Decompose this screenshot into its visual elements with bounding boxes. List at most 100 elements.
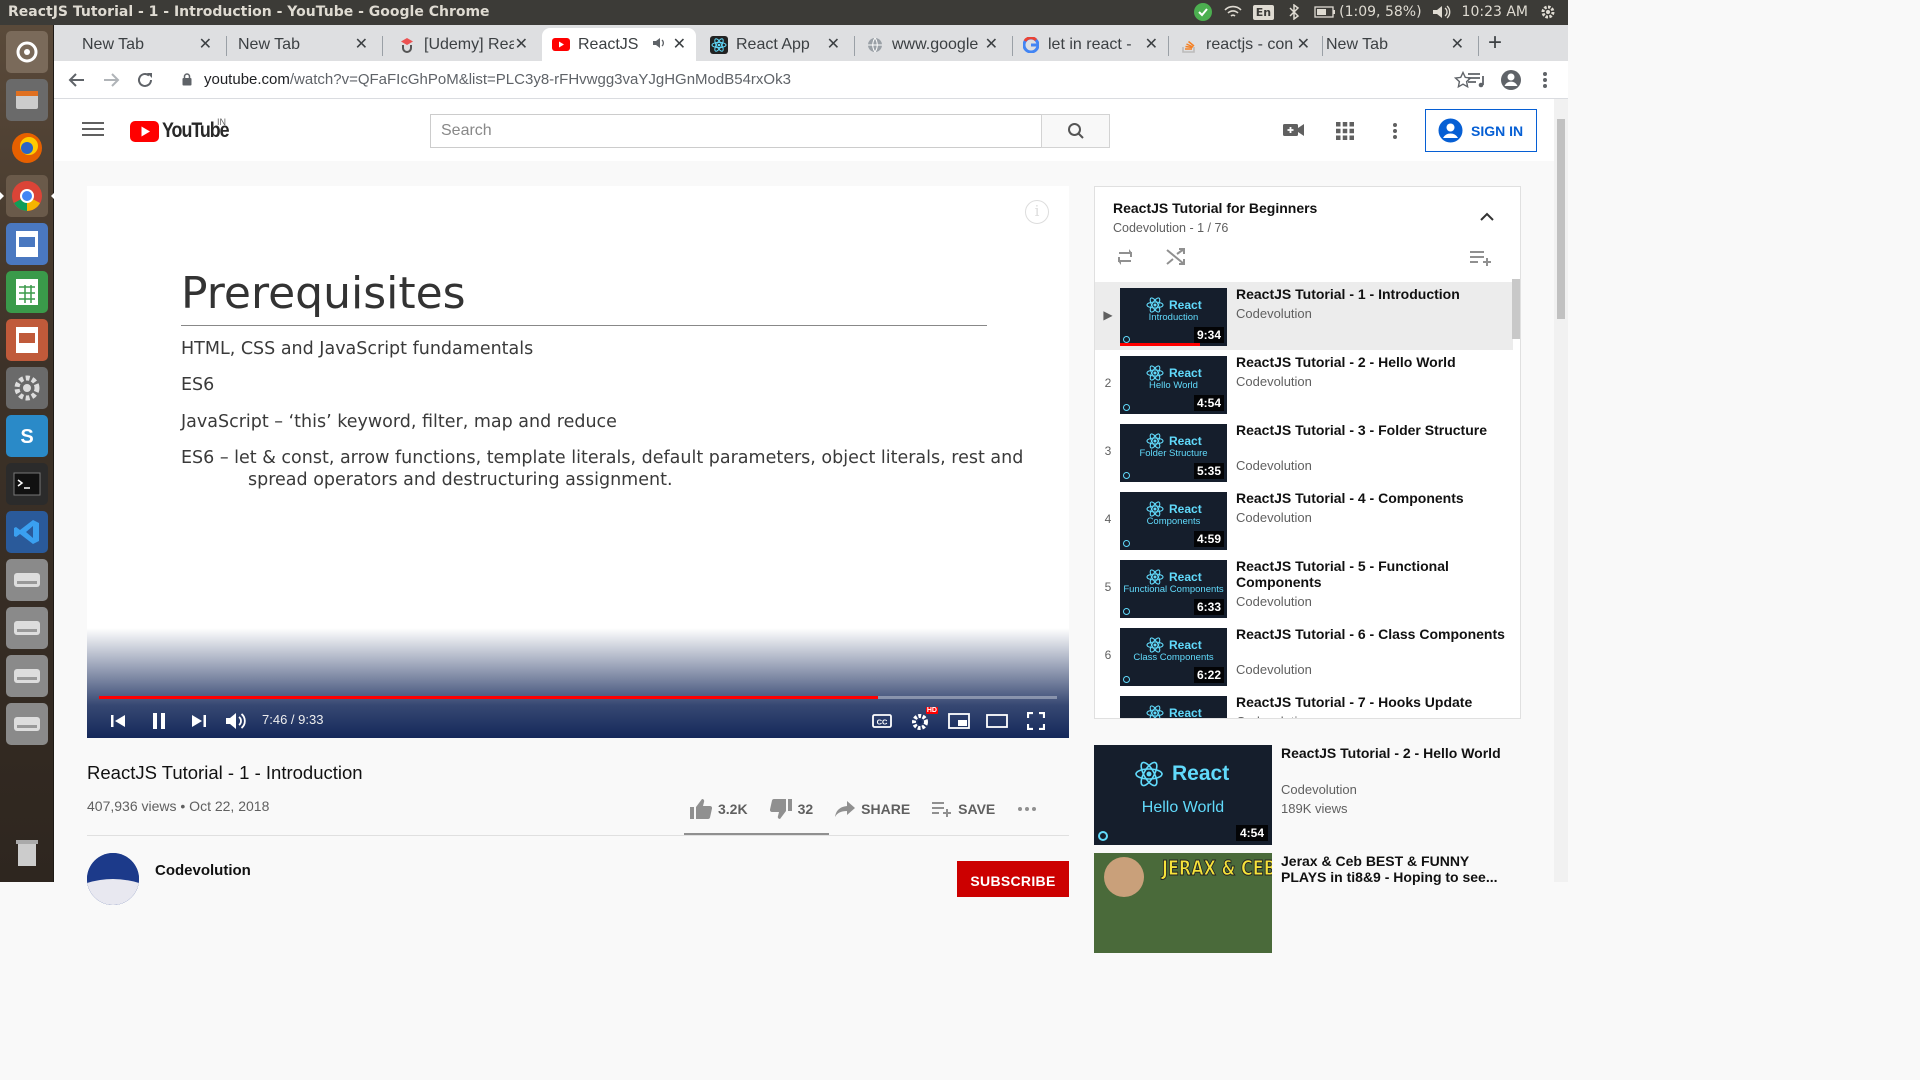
video-thumbnail[interactable]: React	[1120, 696, 1227, 718]
clock[interactable]: 10:23 AM	[1462, 4, 1528, 20]
apps-grid-icon[interactable]	[1336, 122, 1354, 140]
close-icon[interactable]: ✕	[355, 34, 368, 54]
keyboard-layout-indicator[interactable]: En	[1252, 4, 1275, 20]
tab-new-tab[interactable]: New Tab ✕	[1324, 28, 1474, 61]
page-scrollbar-thumb[interactable]	[1557, 119, 1565, 319]
playlist-video-title[interactable]: ReactJS Tutorial - 6 - Class Components	[1236, 626, 1506, 642]
up-next-title[interactable]: Jerax & Ceb BEST & FUNNY PLAYS in ti8&9 …	[1281, 853, 1506, 885]
tab-react-app[interactable]: React App ✕	[700, 28, 850, 61]
terminal-icon[interactable]	[6, 463, 48, 505]
playlist-item[interactable]: ▶ React Introduction 9:34 ReactJS Tutorial -…	[1095, 282, 1513, 350]
theater-mode-icon[interactable]	[985, 709, 1009, 733]
forward-arrow-icon[interactable]	[100, 69, 122, 91]
loop-icon[interactable]	[1115, 248, 1135, 266]
dislike-button[interactable]: 32	[769, 799, 813, 819]
impress-icon[interactable]	[6, 319, 48, 361]
settings-gear-icon[interactable]: HD	[909, 707, 938, 733]
up-next-item[interactable]: React Hello World 4:54 ReactJS Tutorial …	[1094, 745, 1514, 845]
youtube-logo[interactable]: YouTube IN	[130, 117, 240, 143]
create-video-icon[interactable]	[1283, 122, 1305, 138]
like-button[interactable]: 3.2K	[690, 799, 748, 819]
search-button[interactable]	[1041, 114, 1110, 148]
close-icon[interactable]: ✕	[199, 34, 212, 54]
sign-in-button[interactable]: SIGN IN	[1425, 109, 1537, 152]
next-icon[interactable]	[187, 709, 211, 733]
lock-icon[interactable]	[182, 73, 192, 86]
playlist-item[interactable]: React ReactJS Tutorial - 7 - Hooks Update…	[1095, 690, 1513, 718]
close-icon[interactable]: ✕	[515, 34, 528, 54]
search-input[interactable]: Search	[430, 114, 1042, 148]
wifi-icon[interactable]	[1223, 3, 1243, 21]
dash-icon[interactable]	[6, 31, 48, 73]
miniplayer-icon[interactable]	[947, 709, 971, 733]
tab-udemy[interactable]: [Udemy] Rea ✕	[388, 28, 538, 61]
video-thumbnail[interactable]: React Introduction 9:34	[1120, 288, 1227, 346]
profile-avatar-icon[interactable]	[1500, 69, 1522, 91]
info-card-icon[interactable]: i	[1025, 200, 1049, 224]
video-player[interactable]: Prerequisites HTML, CSS and JavaScript f…	[87, 186, 1069, 738]
save-button[interactable]: SAVE	[932, 801, 995, 817]
video-thumbnail[interactable]: React Hello World 4:54	[1120, 356, 1227, 414]
seek-bar[interactable]	[99, 696, 1057, 699]
trash-icon[interactable]	[6, 831, 48, 873]
chrome-icon[interactable]	[0, 175, 55, 217]
playlist-video-title[interactable]: ReactJS Tutorial - 5 - Functional Compon…	[1236, 558, 1506, 590]
media-controls-icon[interactable]	[1466, 69, 1488, 91]
tab-new-tab[interactable]: New Tab ✕	[228, 28, 378, 61]
playlist-item[interactable]: 5 React Functional Components 6:33 ReactJS T…	[1095, 554, 1513, 622]
close-icon[interactable]: ✕	[673, 34, 686, 54]
up-next-title[interactable]: ReactJS Tutorial - 2 - Hello World	[1281, 745, 1506, 761]
close-icon[interactable]: ✕	[827, 34, 840, 54]
channel-avatar[interactable]	[87, 853, 139, 905]
playlist-video-title[interactable]: ReactJS Tutorial - 3 - Folder Structure	[1236, 422, 1506, 438]
files-icon[interactable]	[6, 79, 48, 121]
new-tab-plus-icon[interactable]: +	[1488, 29, 1502, 57]
page-scrollbar[interactable]	[1554, 99, 1568, 882]
system-settings-icon[interactable]	[6, 367, 48, 409]
battery-indicator[interactable]: (1:09, 58%)	[1314, 4, 1422, 20]
video-thumbnail[interactable]: JERAX & CEB	[1094, 853, 1272, 953]
hamburger-menu-icon[interactable]	[82, 121, 104, 137]
volume-icon[interactable]	[224, 709, 248, 733]
drive-icon[interactable]	[6, 607, 48, 649]
more-actions-icon[interactable]	[1017, 806, 1037, 812]
video-thumbnail[interactable]: React Functional Components 6:33	[1120, 560, 1227, 618]
close-icon[interactable]: ✕	[1145, 34, 1158, 54]
playlist-video-title[interactable]: ReactJS Tutorial - 1 - Introduction	[1236, 286, 1506, 302]
playlist-scrollbar[interactable]	[1512, 279, 1520, 339]
share-button[interactable]: SHARE	[835, 801, 910, 817]
collapse-chevron-icon[interactable]	[1480, 212, 1494, 221]
bluetooth-icon[interactable]	[1284, 3, 1304, 21]
update-icon[interactable]	[1193, 3, 1213, 21]
video-thumbnail[interactable]: React Components 4:59	[1120, 492, 1227, 550]
close-icon[interactable]: ✕	[985, 34, 998, 54]
more-options-icon[interactable]	[1392, 122, 1398, 140]
tab-youtube-active[interactable]: ReactJS ✕	[542, 28, 696, 61]
channel-name[interactable]: Codevolution	[155, 862, 251, 879]
skype-icon[interactable]: S	[6, 415, 48, 457]
playlist-item[interactable]: 4 React Components 4:59 ReactJS Tutorial - 4…	[1095, 486, 1513, 554]
tab-let-in-react[interactable]: let in react - ✕	[1012, 28, 1168, 61]
playlist-video-title[interactable]: ReactJS Tutorial - 2 - Hello World	[1236, 354, 1506, 370]
save-playlist-icon[interactable]	[1470, 250, 1492, 266]
shuffle-icon[interactable]	[1166, 248, 1186, 266]
previous-icon[interactable]	[106, 709, 130, 733]
playlist-video-title[interactable]: ReactJS Tutorial - 7 - Hooks Update	[1236, 694, 1506, 710]
audio-playing-icon[interactable]	[652, 37, 666, 49]
tab-new-tab[interactable]: New Tab ✕	[72, 28, 222, 61]
close-icon[interactable]: ✕	[1451, 34, 1464, 54]
vscode-icon[interactable]	[6, 511, 48, 553]
playlist-title[interactable]: ReactJS Tutorial for Beginners	[1113, 200, 1317, 216]
back-arrow-icon[interactable]	[66, 69, 88, 91]
calc-icon[interactable]	[6, 271, 48, 313]
video-thumbnail[interactable]: React Folder Structure 5:35	[1120, 424, 1227, 482]
video-thumbnail[interactable]: React Class Components 6:22	[1120, 628, 1227, 686]
tab-google-www[interactable]: www.google ✕	[856, 28, 1008, 61]
playlist-item[interactable]: 3 React Folder Structure 5:35 ReactJS Tutori…	[1095, 418, 1513, 486]
pause-icon[interactable]	[147, 709, 171, 733]
fullscreen-icon[interactable]	[1024, 709, 1048, 733]
playlist-item[interactable]: 6 React Class Components 6:22 ReactJS Tutori…	[1095, 622, 1513, 690]
up-next-item[interactable]: JERAX & CEB Jerax & Ceb BEST & FUNNY PLA…	[1094, 853, 1514, 953]
playlist-item[interactable]: 2 React Hello World 4:54 ReactJS Tutorial - …	[1095, 350, 1513, 418]
drive-icon[interactable]	[6, 703, 48, 745]
